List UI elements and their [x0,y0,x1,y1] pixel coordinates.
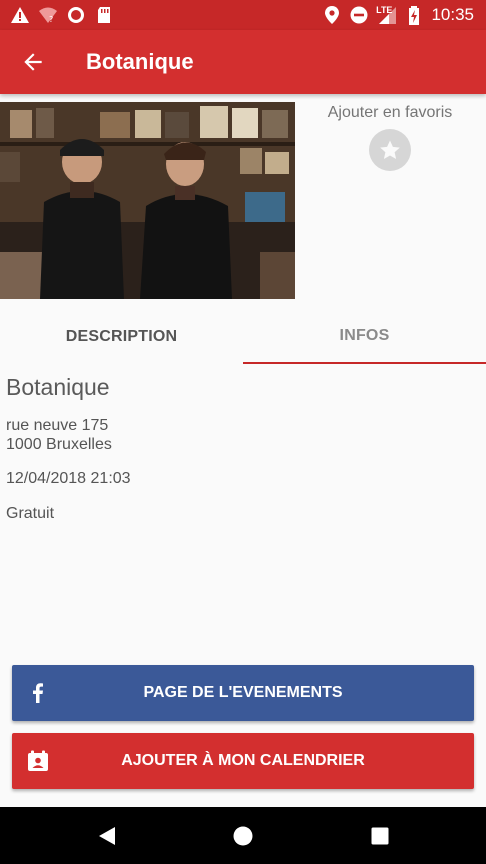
wifi-question-icon: ? [39,7,57,24]
sd-card-icon [98,7,110,23]
add-calendar-label: AJOUTER À MON CALENDRIER [121,752,365,769]
page-title: Botanique [86,49,194,74]
record-icon [68,7,84,23]
info-panel: Botanique rue neuve 175 1000 Bruxelles 1… [6,372,476,523]
tab-infos[interactable]: INFOS [243,310,486,364]
back-triangle-icon[interactable] [95,824,119,848]
address: rue neuve 175 1000 Bruxelles [6,416,476,454]
event-price: Gratuit [6,505,55,522]
event-image [0,102,295,299]
add-calendar-button[interactable]: AJOUTER À MON CALENDRIER [12,733,474,789]
svg-text:?: ? [49,15,53,24]
back-arrow-icon[interactable] [20,49,46,75]
navigation-bar [0,807,486,864]
calendar-icon [28,750,48,771]
home-circle-icon[interactable] [231,824,255,848]
favorites-section: Ajouter en favoris [300,102,486,192]
facebook-icon [33,683,43,703]
tab-bar: DESCRIPTION INFOS [0,310,486,364]
battery-charging-icon [409,6,420,25]
address-city: 1000 Bruxelles [6,436,112,453]
do-not-disturb-icon [350,6,368,24]
tab-description[interactable]: DESCRIPTION [0,310,243,364]
favorites-label: Ajouter en favoris [327,104,453,121]
recents-square-icon[interactable] [368,824,392,848]
warning-icon [11,7,29,23]
favorite-button[interactable] [369,129,411,171]
venue-name: Botanique [6,374,110,400]
event-datetime: 12/04/2018 21:03 [6,470,131,487]
star-icon [380,140,400,159]
app-bar: Botanique [0,30,486,94]
location-icon [325,6,340,24]
event-page-label: PAGE DE L'EVENEMENTS [143,684,343,701]
network-type-label: LTE [376,5,393,15]
event-page-button[interactable]: PAGE DE L'EVENEMENTS [12,665,474,721]
address-street: rue neuve 175 [6,417,109,434]
clock: 10:35 [431,5,474,24]
status-bar: ? LTE 10:35 [0,0,486,30]
event-photo [0,102,295,299]
